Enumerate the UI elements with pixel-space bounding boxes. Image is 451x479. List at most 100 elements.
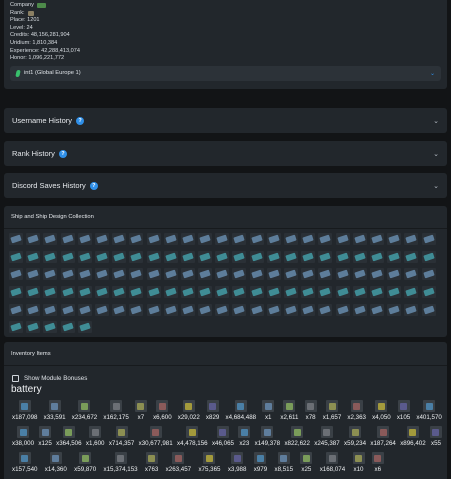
ship-icon[interactable] <box>129 250 144 263</box>
ship-icon[interactable] <box>266 233 281 245</box>
inventory-item[interactable]: x4,050 <box>372 396 391 421</box>
inventory-item[interactable]: x7 <box>134 396 147 421</box>
ship-icon[interactable] <box>60 286 75 299</box>
ship-icon[interactable] <box>9 303 23 316</box>
inventory-item[interactable]: x1,600 <box>86 422 104 447</box>
inventory-item[interactable]: x29,022 <box>178 396 200 421</box>
ship-icon[interactable] <box>129 286 144 299</box>
show-module-bonuses-checkbox[interactable] <box>12 375 19 382</box>
ship-icon[interactable] <box>77 286 92 299</box>
ship-icon[interactable] <box>284 233 298 245</box>
inventory-item[interactable]: x78 <box>304 396 317 421</box>
ship-icon[interactable] <box>335 250 350 263</box>
ship-icon[interactable] <box>335 286 350 299</box>
ship-icon[interactable] <box>77 233 92 245</box>
ship-icon[interactable] <box>60 303 75 316</box>
ship-icon[interactable] <box>284 268 298 281</box>
inventory-item[interactable]: x14,360 <box>45 448 67 473</box>
ship-icon[interactable] <box>60 268 75 281</box>
ship-icon[interactable] <box>43 268 58 281</box>
inventory-item[interactable]: x162,175 <box>103 396 129 421</box>
ship-icon[interactable] <box>180 233 195 245</box>
ship-icon[interactable] <box>249 268 264 281</box>
ship-icon[interactable] <box>232 303 247 316</box>
ship-icon[interactable] <box>404 286 419 299</box>
help-icon[interactable]: ? <box>58 149 67 158</box>
inventory-item[interactable]: x4,478,156 <box>177 422 208 447</box>
inventory-item[interactable]: x234,672 <box>72 396 97 421</box>
username-history-panel[interactable]: Username History ? ⌄ <box>4 108 447 133</box>
ship-icon[interactable] <box>387 233 402 245</box>
ship-icon[interactable] <box>404 250 419 263</box>
inventory-item[interactable]: x245,387 <box>314 422 340 447</box>
ship-icon[interactable] <box>421 303 436 316</box>
ship-icon[interactable] <box>318 303 333 316</box>
ship-icon[interactable] <box>43 321 58 334</box>
inventory-item[interactable]: x149,378 <box>255 422 280 447</box>
inventory-item[interactable]: x263,457 <box>166 448 191 473</box>
ship-icon[interactable] <box>146 268 161 281</box>
ship-icon[interactable] <box>335 303 350 316</box>
inventory-item[interactable]: x401,570 <box>416 396 442 421</box>
ship-icon[interactable] <box>266 268 281 281</box>
inventory-item[interactable]: x30,677,981 <box>139 422 173 447</box>
inventory-item[interactable]: x2,611 <box>280 396 298 421</box>
ship-icon[interactable] <box>43 303 58 316</box>
ship-icon[interactable] <box>9 250 23 263</box>
ship-icon[interactable] <box>421 250 436 263</box>
ship-icon[interactable] <box>301 286 316 299</box>
inventory-item[interactable]: x25 <box>300 448 313 473</box>
ship-icon[interactable] <box>112 250 127 263</box>
ship-icon[interactable] <box>421 268 436 281</box>
ship-icon[interactable] <box>404 233 419 245</box>
ship-icon[interactable] <box>26 303 41 316</box>
ship-icon[interactable] <box>352 286 367 299</box>
ship-icon[interactable] <box>232 268 247 281</box>
inventory-item[interactable]: x364,506 <box>56 422 82 447</box>
ship-icon[interactable] <box>266 286 281 299</box>
ship-icon[interactable] <box>318 233 333 245</box>
ship-icon[interactable] <box>9 268 23 281</box>
ship-icon[interactable] <box>198 233 213 245</box>
ship-icon[interactable] <box>284 303 298 316</box>
ship-icon[interactable] <box>387 250 402 263</box>
ship-icon[interactable] <box>9 286 23 299</box>
ship-icon[interactable] <box>60 250 75 263</box>
ship-icon[interactable] <box>284 250 298 263</box>
ship-icon[interactable] <box>404 268 419 281</box>
ship-icon[interactable] <box>43 286 58 299</box>
ship-icon[interactable] <box>421 286 436 299</box>
ship-icon[interactable] <box>301 250 316 263</box>
ship-icon[interactable] <box>198 268 213 281</box>
inventory-item[interactable]: x38,000 <box>12 422 34 447</box>
ship-icon[interactable] <box>146 303 161 316</box>
ship-icon[interactable] <box>266 250 281 263</box>
ship-icon[interactable] <box>215 233 230 245</box>
inventory-item[interactable]: x4,684,488 <box>225 396 256 421</box>
ship-icon[interactable] <box>77 321 92 334</box>
inventory-item[interactable]: x1 <box>262 396 275 421</box>
server-select[interactable]: int1 (Global Europe 1) ⌄ <box>10 65 441 81</box>
ship-icon[interactable] <box>60 233 75 245</box>
ship-icon[interactable] <box>163 286 178 299</box>
ship-icon[interactable] <box>352 233 367 245</box>
ship-icon[interactable] <box>94 268 109 281</box>
inventory-item[interactable]: x3,988 <box>228 448 246 473</box>
inventory-item[interactable]: x15,374,153 <box>104 448 138 473</box>
ship-icon[interactable] <box>352 250 367 263</box>
ship-icon[interactable] <box>249 233 264 245</box>
ship-icon[interactable] <box>163 250 178 263</box>
ship-icon[interactable] <box>26 233 41 245</box>
ship-icon[interactable] <box>198 286 213 299</box>
inventory-item[interactable]: x10 <box>352 448 365 473</box>
ship-icon[interactable] <box>94 303 109 316</box>
ship-icon[interactable] <box>146 286 161 299</box>
ship-icon[interactable] <box>284 286 298 299</box>
inventory-item[interactable]: x6 <box>371 448 384 473</box>
inventory-item[interactable]: x33,591 <box>44 396 66 421</box>
ship-icon[interactable] <box>335 268 350 281</box>
inventory-item[interactable]: x46,065 <box>212 422 234 447</box>
ship-icon[interactable] <box>215 286 230 299</box>
ship-icon[interactable] <box>77 303 92 316</box>
show-module-bonuses-toggle[interactable]: Show Module Bonuses <box>12 375 447 382</box>
